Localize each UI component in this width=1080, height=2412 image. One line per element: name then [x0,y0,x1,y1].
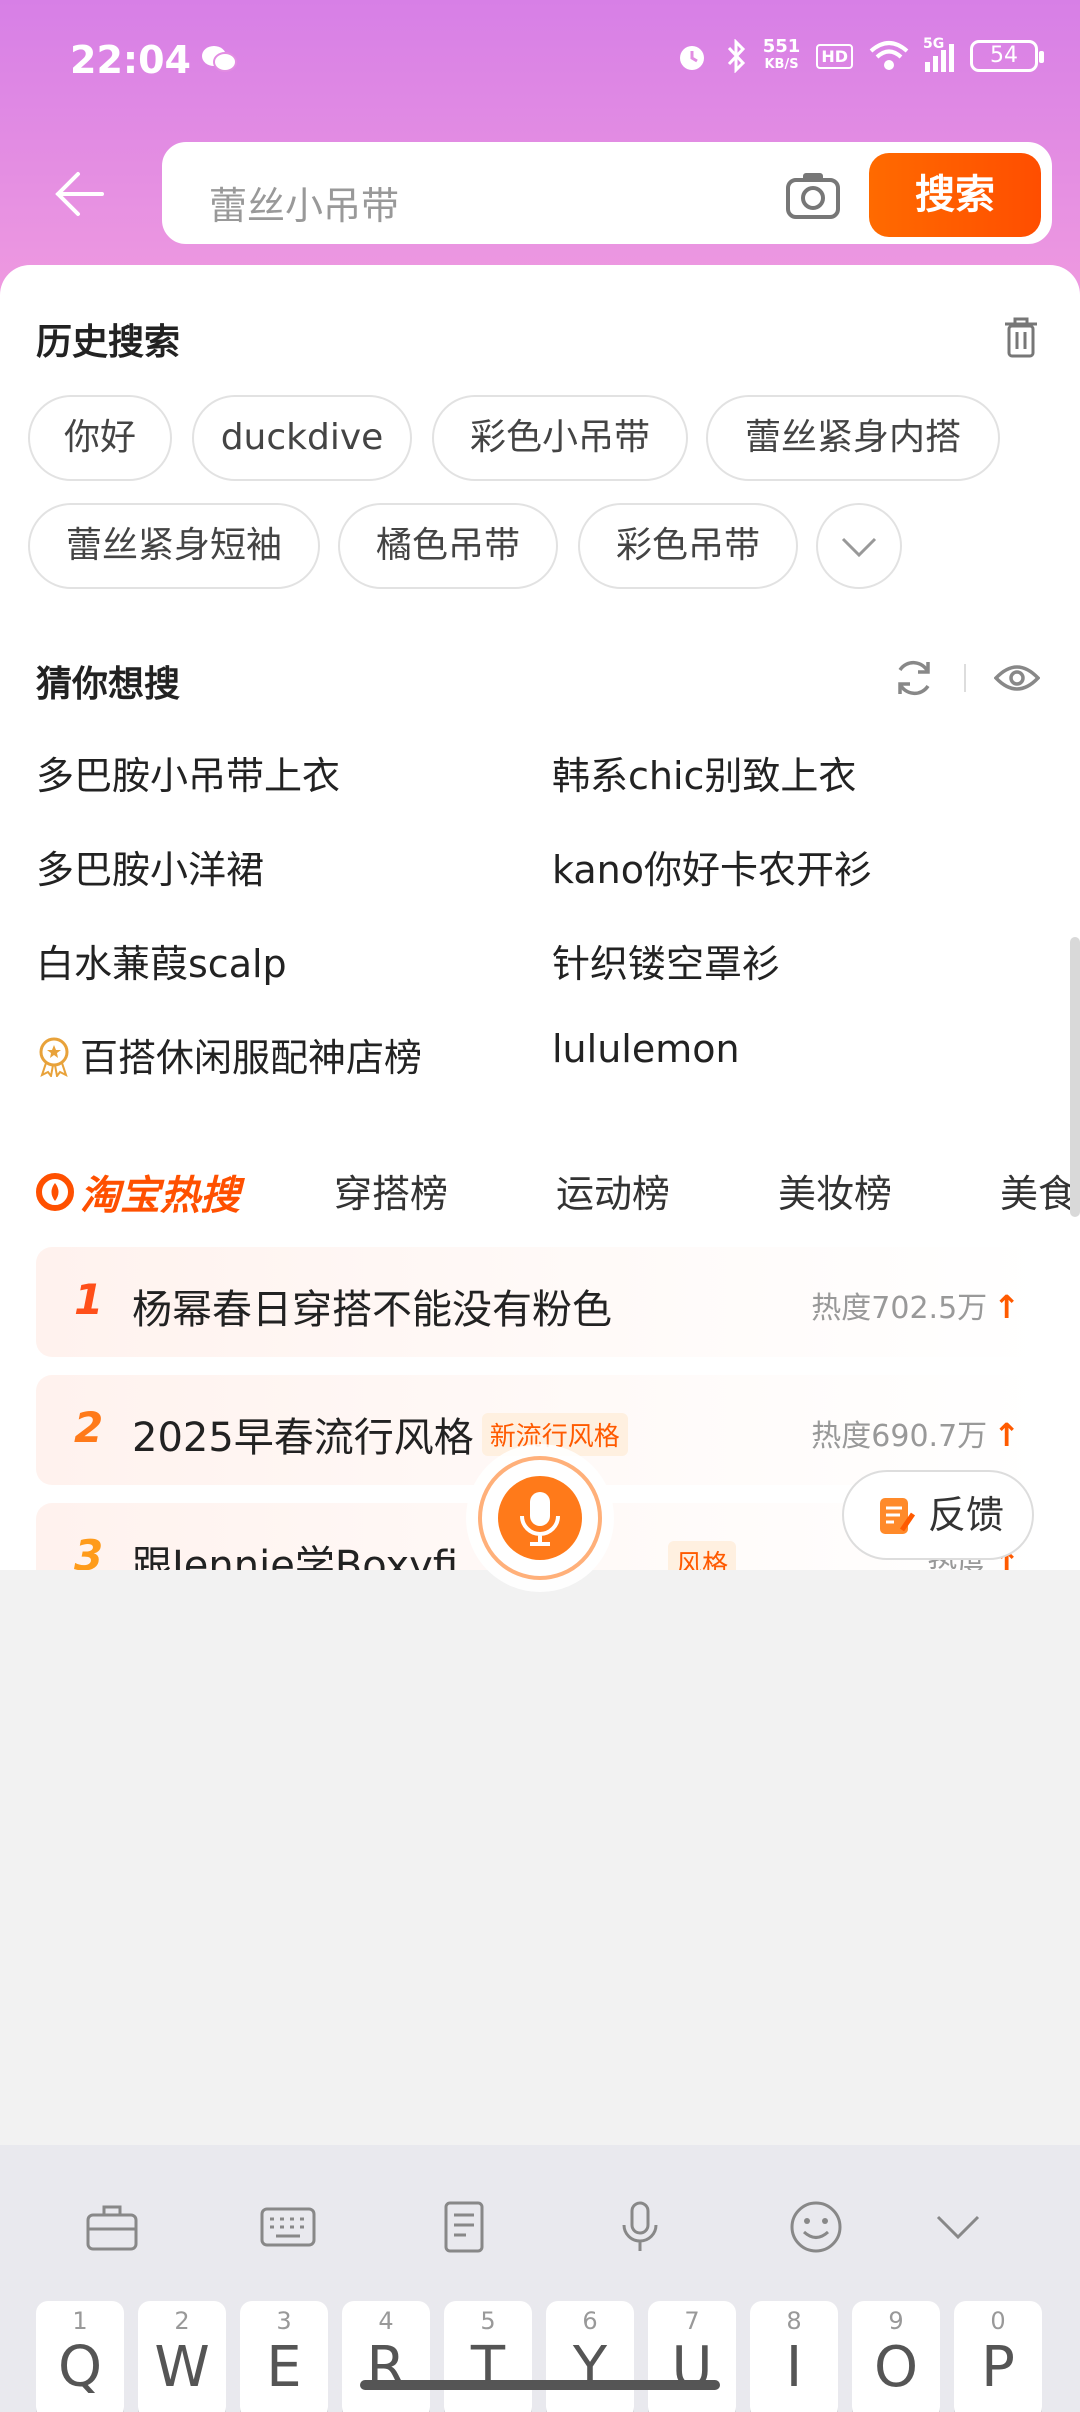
chevron-down-icon[interactable] [928,2197,988,2257]
back-arrow-icon[interactable] [52,170,106,218]
up-arrow-icon: ↑ [993,1288,1020,1326]
history-chip[interactable]: 你好 [28,395,172,481]
hot-row[interactable]: 1 杨幂春日穿搭不能没有粉色 热度702.5万 ↑ [36,1247,1046,1357]
chevron-down-icon [841,537,877,558]
search-placeholder: 蕾丝小吊带 [209,184,400,228]
keyboard: 1Q 2W 3E 4R 5T 6Y 7U 8I 9O 0P [0,2145,1080,2412]
feedback-icon [880,1498,916,1534]
key-e[interactable]: 3E [240,2301,328,2412]
hot-tabs: 淘宝热搜 穿搭榜 运动榜 美妆榜 美食 [0,1153,1080,1233]
divider [964,664,966,692]
guess-item[interactable]: 白水蒹葭scalp [36,933,287,988]
battery-icon: 54 [970,40,1044,72]
tab-sports[interactable]: 运动榜 [556,1163,670,1218]
emoji-icon[interactable] [786,2197,846,2257]
key-row: 1Q 2W 3E 4R 5T 6Y 7U 8I 9O 0P [36,2301,1046,2412]
guess-item[interactable]: 韩系chic别致上衣 [552,745,856,800]
history-chip[interactable]: duckdive [192,395,412,481]
feedback-button[interactable]: 反馈 [842,1470,1034,1560]
history-title: 历史搜索 [36,322,181,363]
tab-outfit[interactable]: 穿搭榜 [334,1163,448,1218]
history-chip[interactable]: 彩色小吊带 [432,395,688,481]
search-button[interactable]: 搜索 [869,153,1041,237]
history-chip[interactable]: 彩色吊带 [578,503,798,589]
search-bar: 蕾丝小吊带 搜索 [0,140,1080,246]
alarm-icon [679,46,704,70]
refresh-icon[interactable] [892,656,936,700]
guess-item[interactable]: lululemon [552,1027,740,1071]
status-icons: 551 KB/S HD 5G 54 [675,36,1044,74]
heat-value: 热度690.7万 ↑ [811,1416,1020,1454]
hd-badge: HD [816,43,853,69]
guess-item[interactable]: 百搭休闲服配神店榜 [36,1027,422,1082]
home-indicator[interactable] [360,2380,720,2390]
search-panel: 历史搜索 你好 duckdive 彩色小吊带 蕾丝紧身内搭 蕾丝紧身短袖 橘色吊… [0,265,1080,1570]
hot-title: 跟Jennie学Boxyfi 风格 [132,1533,737,1570]
guess-item[interactable]: 多巴胺小吊带上衣 [36,745,340,800]
hot-tag: 新流行风格 [481,1413,628,1456]
eye-icon[interactable] [994,662,1040,694]
microphone-icon[interactable] [610,2197,670,2257]
key-o[interactable]: 9O [852,2301,940,2412]
guess-item[interactable]: 多巴胺小洋裙 [36,839,264,894]
taobao-hot-icon [36,1173,74,1211]
tab-taobao-hot[interactable]: 淘宝热搜 [36,1163,240,1221]
rank-number: 2 [74,1403,104,1452]
guess-item[interactable]: kano你好卡农开衫 [552,839,872,894]
medal-icon [39,1037,69,1077]
key-y[interactable]: 6Y [546,2301,634,2412]
keyboard-icon[interactable] [258,2197,318,2257]
net-speed: 551 KB/S [762,36,801,73]
key-t[interactable]: 5T [444,2301,532,2412]
status-bar: 22:04 551 KB/S HD 5G 54 [0,0,1080,120]
wifi-icon [869,41,909,70]
guess-actions [892,653,1040,703]
key-p[interactable]: 0P [954,2301,1042,2412]
keyboard-toolbar [0,2145,1080,2295]
history-chip[interactable]: 橘色吊带 [338,503,558,589]
voice-search-button[interactable] [478,1456,602,1580]
camera-icon[interactable] [785,169,841,221]
briefcase-icon[interactable] [82,2197,142,2257]
key-w[interactable]: 2W [138,2301,226,2412]
key-u[interactable]: 7U [648,2301,736,2412]
rank-number: 1 [74,1275,104,1324]
guess-item[interactable]: 针织镂空罩衫 [552,933,780,988]
heat-value: 热度702.5万 ↑ [811,1288,1020,1326]
hot-title: 2025早春流行风格 新流行风格 [132,1405,628,1463]
up-arrow-icon: ↑ [993,1416,1020,1454]
tab-food[interactable]: 美食 [1000,1163,1076,1218]
key-r[interactable]: 4R [342,2301,430,2412]
key-i[interactable]: 8I [750,2301,838,2412]
clipboard-icon[interactable] [434,2197,494,2257]
guess-title: 猜你想搜 [36,664,181,705]
expand-history-button[interactable] [816,503,902,589]
bluetooth-icon [727,39,745,73]
wechat-icon [202,46,237,72]
hot-title: 杨幂春日穿搭不能没有粉色 [132,1287,612,1333]
scrollbar[interactable] [1070,937,1080,1217]
microphone-icon [520,1492,560,1546]
clock: 22:04 [70,38,191,82]
history-chip[interactable]: 蕾丝紧身内搭 [706,395,1000,481]
rank-number: 3 [74,1531,104,1570]
trash-icon[interactable] [1002,315,1040,359]
hot-tag: 风格 [668,1541,737,1570]
history-chip[interactable]: 蕾丝紧身短袖 [28,503,320,589]
tab-beauty[interactable]: 美妆榜 [778,1163,892,1218]
search-input[interactable]: 蕾丝小吊带 搜索 [162,142,1052,244]
mic-circle [498,1476,582,1560]
signal-icon: 5G [923,36,954,72]
key-q[interactable]: 1Q [36,2301,124,2412]
